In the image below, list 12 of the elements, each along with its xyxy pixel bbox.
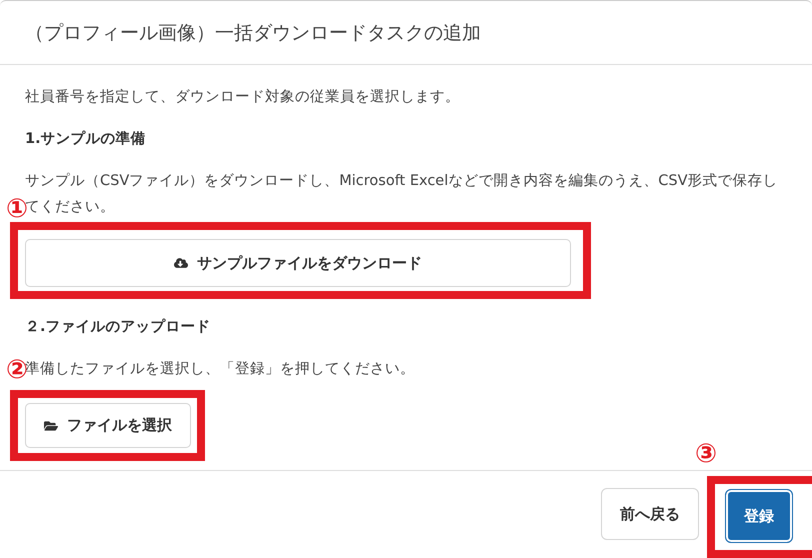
cloud-download-icon [174, 256, 188, 270]
annotation-number: ③ [695, 441, 718, 467]
step-heading: 1.サンプルの準備 [25, 130, 147, 148]
step-text: 準備したファイルを選択し、「登録」を押してください。 [25, 361, 416, 377]
dialog-title: （プロフィール画像）一括ダウンロードタスクの追加 [25, 20, 481, 46]
back-button[interactable]: 前へ戻る [601, 488, 699, 540]
step-heading: ２.ファイルのアップロード [25, 318, 212, 336]
intro-text: 社員番号を指定して、ダウンロード対象の従業員を選択します。 [25, 88, 461, 107]
register-button[interactable]: 登録 [725, 489, 793, 543]
folder-icon [44, 418, 58, 432]
file-select-button[interactable]: ファイルを選択 [25, 403, 191, 448]
download-button[interactable]: サンプルファイルをダウンロード [25, 239, 571, 287]
